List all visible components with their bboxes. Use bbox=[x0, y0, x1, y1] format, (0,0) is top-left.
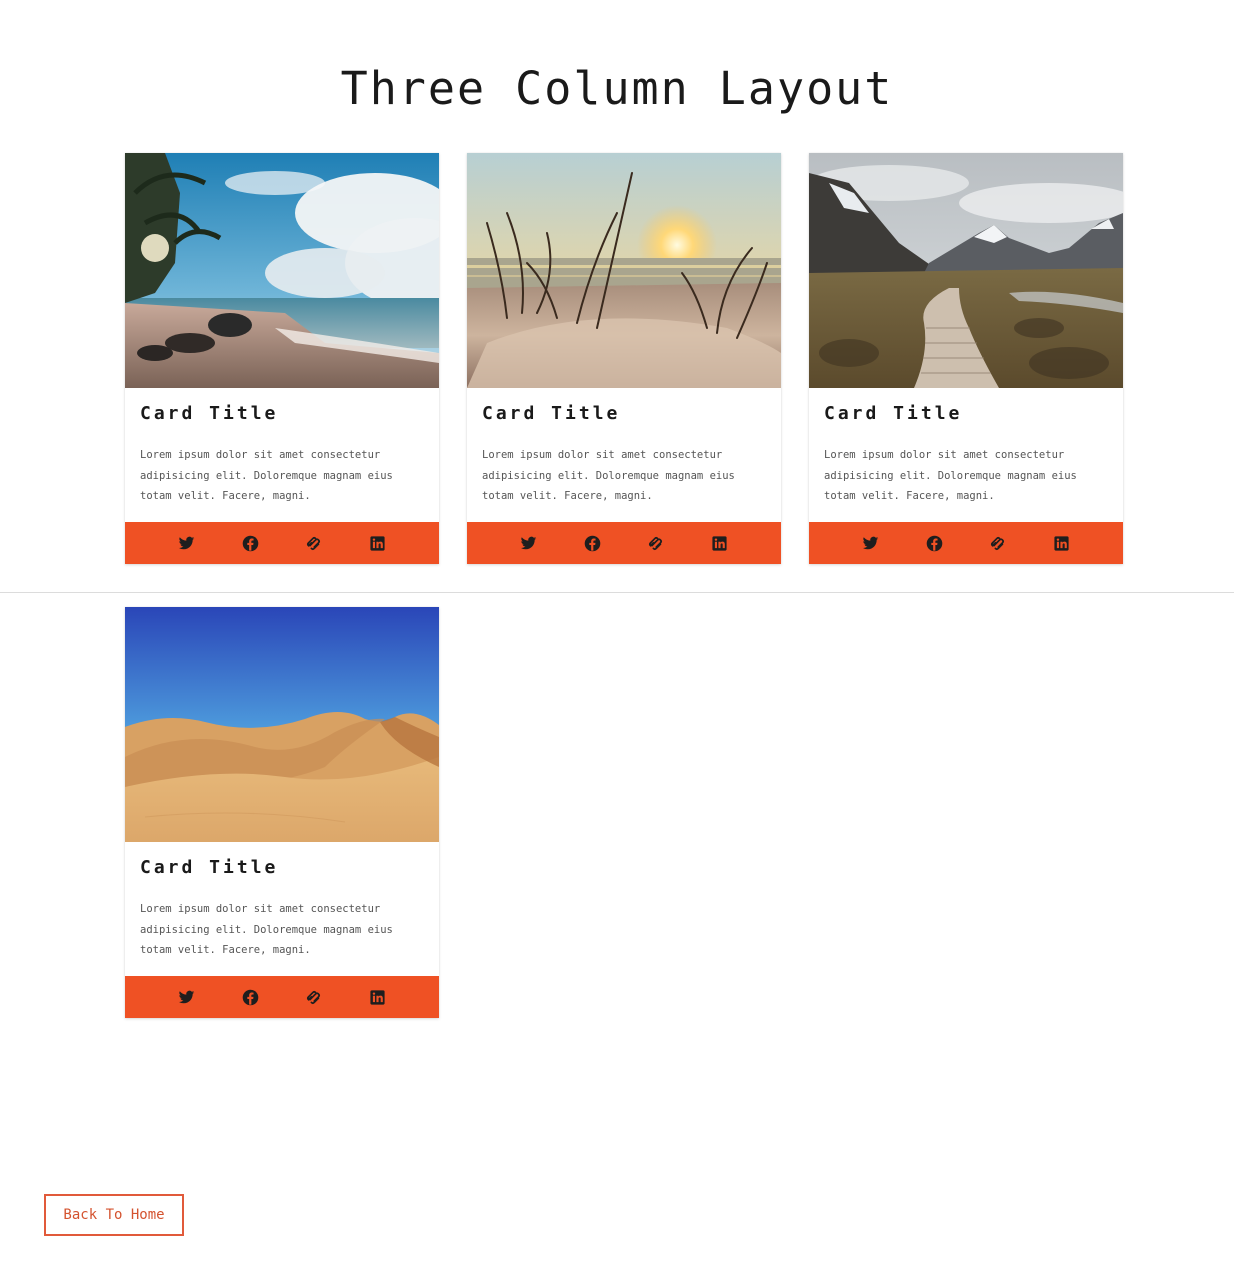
card-social-bar bbox=[809, 522, 1123, 564]
card-text: Lorem ipsum dolor sit amet consectetur a… bbox=[482, 449, 735, 502]
card-text: Lorem ipsum dolor sit amet consectetur a… bbox=[140, 903, 393, 956]
page-title: Three Column Layout bbox=[340, 62, 894, 115]
twitter-icon[interactable] bbox=[519, 533, 539, 553]
squarespace-icon[interactable] bbox=[304, 987, 324, 1007]
linkedin-icon[interactable] bbox=[367, 533, 387, 553]
card-social-bar bbox=[467, 522, 781, 564]
section-divider bbox=[0, 592, 1234, 593]
linkedin-icon[interactable] bbox=[1051, 533, 1071, 553]
card-title: Card Title bbox=[140, 857, 279, 878]
back-to-home-button[interactable]: Back To Home bbox=[44, 1194, 184, 1236]
card-social-bar bbox=[125, 522, 439, 564]
card-image-sunset-dune bbox=[467, 153, 781, 388]
twitter-icon[interactable] bbox=[177, 987, 197, 1007]
facebook-icon[interactable] bbox=[924, 533, 944, 553]
card-image-tropical-beach bbox=[125, 153, 439, 388]
facebook-icon[interactable] bbox=[240, 533, 260, 553]
twitter-icon[interactable] bbox=[177, 533, 197, 553]
squarespace-icon[interactable] bbox=[304, 533, 324, 553]
facebook-icon[interactable] bbox=[240, 987, 260, 1007]
linkedin-icon[interactable] bbox=[709, 533, 729, 553]
card-image-mountain-boardwalk bbox=[809, 153, 1123, 388]
card-title: Card Title bbox=[140, 403, 279, 424]
card: Card Title Lorem ipsum dolor sit amet co… bbox=[467, 153, 781, 564]
card: Card Title Lorem ipsum dolor sit amet co… bbox=[125, 607, 439, 1018]
squarespace-icon[interactable] bbox=[646, 533, 666, 553]
linkedin-icon[interactable] bbox=[367, 987, 387, 1007]
card: Card Title Lorem ipsum dolor sit amet co… bbox=[125, 153, 439, 564]
card-title: Card Title bbox=[824, 403, 963, 424]
page: Three Column Layout Card Title Lorem ips… bbox=[0, 0, 1234, 1279]
card-text: Lorem ipsum dolor sit amet consectetur a… bbox=[140, 449, 393, 502]
card: Card Title Lorem ipsum dolor sit amet co… bbox=[809, 153, 1123, 564]
facebook-icon[interactable] bbox=[582, 533, 602, 553]
card-social-bar bbox=[125, 976, 439, 1018]
twitter-icon[interactable] bbox=[861, 533, 881, 553]
squarespace-icon[interactable] bbox=[988, 533, 1008, 553]
card-image-desert-dunes bbox=[125, 607, 439, 842]
card-text: Lorem ipsum dolor sit amet consectetur a… bbox=[824, 449, 1077, 502]
card-title: Card Title bbox=[482, 403, 621, 424]
